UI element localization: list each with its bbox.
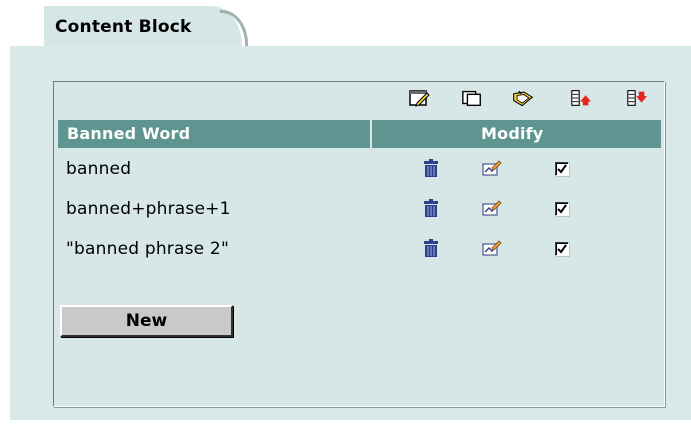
content-block-page: Content Block Banned Word Modify banned … (0, 0, 691, 433)
enable-checkbox[interactable] (555, 162, 569, 176)
delete-icon[interactable] (421, 158, 441, 178)
import-icon[interactable] (570, 88, 592, 108)
enable-checkbox[interactable] (555, 202, 569, 216)
clear-icon[interactable] (512, 88, 534, 108)
edit-selected-icon[interactable] (408, 88, 430, 108)
edit-icon[interactable] (482, 238, 502, 258)
window-icon[interactable] (461, 88, 483, 108)
banned-word-cell: "banned phrase 2" (66, 239, 229, 259)
delete-icon[interactable] (421, 238, 441, 258)
banned-word-cell: banned+phrase+1 (66, 199, 231, 219)
delete-icon[interactable] (421, 198, 441, 218)
column-header-modify: Modify (481, 124, 544, 143)
tab-title: Content Block (55, 17, 192, 37)
tab-edge (220, 10, 248, 46)
new-button[interactable]: New (60, 305, 233, 337)
column-header-banned-word[interactable]: Banned Word (67, 124, 190, 143)
header-divider (370, 120, 372, 148)
enable-checkbox[interactable] (555, 242, 569, 256)
edit-icon[interactable] (482, 198, 502, 218)
export-icon[interactable] (626, 88, 648, 108)
edit-icon[interactable] (482, 158, 502, 178)
banned-word-cell: banned (66, 159, 132, 179)
